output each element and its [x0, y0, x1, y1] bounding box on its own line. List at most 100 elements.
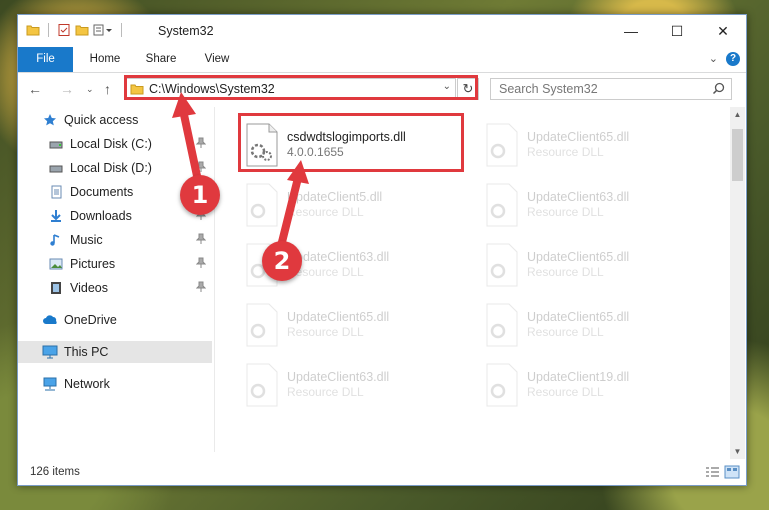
search-placeholder: Search System32: [499, 82, 598, 96]
sidebar-item-videos[interactable]: Videos: [48, 277, 212, 299]
file-type: Resource DLL: [287, 265, 364, 279]
pin-icon[interactable]: [195, 161, 207, 176]
sidebar-item-local-disk-d[interactable]: Local Disk (D:): [48, 157, 212, 179]
scroll-up-icon[interactable]: ▲: [730, 110, 745, 119]
close-button[interactable]: ✕: [700, 15, 746, 47]
search-icon[interactable]: [712, 82, 725, 95]
dll-file-icon: [246, 363, 278, 407]
drive-icon: [48, 160, 64, 176]
sidebar-item-label: Downloads: [70, 209, 132, 223]
file-name: UpdateClient63.dll: [287, 370, 390, 384]
annotation-badge-1: 1: [180, 175, 220, 215]
sidebar-item-onedrive[interactable]: OneDrive: [42, 309, 212, 331]
file-type: Resource DLL: [527, 145, 604, 159]
status-bar: 126 items: [18, 461, 746, 485]
sidebar-item-network[interactable]: Network: [42, 373, 212, 395]
file-type: Resource DLL: [287, 325, 364, 339]
pane-splitter[interactable]: [214, 107, 215, 452]
file-type: Resource DLL: [527, 205, 604, 219]
minimize-button[interactable]: —: [608, 15, 654, 47]
large-icons-view-icon[interactable]: [724, 465, 740, 479]
address-bar-highlight: [124, 75, 478, 100]
file-item[interactable]: UpdateClient65.dll Resource DLL: [238, 299, 463, 351]
title-bar: System32 — ☐ ✕: [18, 15, 746, 47]
file-name: UpdateClient65.dll: [287, 310, 390, 324]
sidebar-item-label: Local Disk (D:): [70, 161, 152, 175]
tab-view[interactable]: View: [192, 47, 242, 72]
sidebar-item-label: This PC: [64, 345, 109, 359]
pin-icon[interactable]: [195, 257, 207, 272]
recent-locations-chevron-icon[interactable]: ⌄: [86, 84, 94, 95]
sidebar-item-label: Quick access: [64, 113, 139, 127]
pin-icon[interactable]: [195, 233, 207, 248]
dll-file-icon: [246, 183, 278, 227]
search-input[interactable]: Search System32: [490, 78, 732, 100]
up-arrow-icon[interactable]: ↑: [104, 81, 111, 97]
sidebar-item-label: Pictures: [70, 257, 116, 271]
sidebar-item-label: Documents: [70, 185, 134, 199]
file-type: Resource DLL: [287, 205, 364, 219]
view-toggle: [704, 465, 740, 479]
forward-arrow-icon[interactable]: →: [60, 81, 74, 97]
onedrive-icon: [42, 312, 58, 328]
file-name: UpdateClient5.dll: [287, 190, 383, 204]
file-item[interactable]: UpdateClient63.dll Resource DLL: [238, 359, 463, 411]
help-button[interactable]: ?: [726, 52, 740, 66]
tab-home[interactable]: Home: [80, 47, 130, 72]
pin-icon[interactable]: [195, 137, 207, 152]
properties-icon[interactable]: [57, 23, 71, 37]
videos-icon: [48, 280, 64, 296]
dll-file-icon: [246, 303, 278, 347]
file-name: UpdateClient65.dll: [527, 250, 630, 264]
back-arrow-icon[interactable]: ←: [28, 81, 42, 97]
expand-ribbon-chevron-icon[interactable]: ⌄: [709, 52, 718, 65]
new-folder-icon[interactable]: [75, 23, 89, 37]
file-name: UpdateClient63.dll: [287, 250, 390, 264]
customize-toolbar-icon[interactable]: [93, 23, 113, 37]
file-type: Resource DLL: [527, 385, 604, 399]
tab-file[interactable]: File: [18, 47, 73, 72]
annotation-badge-2: 2: [262, 241, 302, 281]
file-item[interactable]: UpdateClient65.dll Resource DLL: [478, 119, 703, 171]
file-item[interactable]: UpdateClient5.dll Resource DLL: [238, 179, 463, 231]
pc-icon: [42, 344, 58, 360]
star-icon: [42, 112, 58, 128]
sidebar-item-local-disk-c[interactable]: Local Disk (C:): [48, 133, 212, 155]
ribbon-tabs: File Home Share View ⌄ ?: [18, 47, 746, 73]
sidebar-item-this-pc[interactable]: This PC: [18, 341, 212, 363]
dll-file-icon: [486, 243, 518, 287]
item-count: 126 items: [30, 466, 80, 478]
network-icon: [42, 376, 58, 392]
sidebar-item-label: Local Disk (C:): [70, 137, 152, 151]
drive-icon: [48, 136, 64, 152]
folder-icon: [26, 25, 40, 36]
file-item[interactable]: UpdateClient19.dll Resource DLL: [478, 359, 703, 411]
dll-file-icon: [486, 303, 518, 347]
sidebar-item-music[interactable]: Music: [48, 229, 212, 251]
file-type: Resource DLL: [527, 265, 604, 279]
file-item[interactable]: UpdateClient63.dll Resource DLL: [478, 179, 703, 231]
sidebar-item-label: Music: [70, 233, 103, 247]
file-item[interactable]: UpdateClient65.dll Resource DLL: [478, 299, 703, 351]
dll-file-icon: [486, 183, 518, 227]
sidebar-item-quick-access[interactable]: Quick access: [42, 109, 212, 131]
maximize-button[interactable]: ☐: [654, 15, 700, 47]
window-controls: — ☐ ✕: [608, 15, 746, 47]
sidebar-item-pictures[interactable]: Pictures: [48, 253, 212, 275]
file-explorer-window: System32 — ☐ ✕ File Home Share View ⌄ ? …: [17, 14, 747, 486]
file-item[interactable]: UpdateClient65.dll Resource DLL: [478, 239, 703, 291]
downloads-icon: [48, 208, 64, 224]
quick-access-toolbar: [26, 23, 126, 37]
pictures-icon: [48, 256, 64, 272]
music-icon: [48, 232, 64, 248]
file-name: UpdateClient65.dll: [527, 130, 630, 144]
file-type: Resource DLL: [527, 325, 604, 339]
pin-icon[interactable]: [195, 281, 207, 296]
navigation-bar: ← → ⌄ ↑ C:\Windows\System32 ⌄ ↻ Search S…: [18, 73, 746, 105]
scrollbar-thumb[interactable]: [732, 129, 743, 181]
scroll-down-icon[interactable]: ▼: [730, 447, 745, 456]
sidebar-item-label: OneDrive: [64, 313, 117, 327]
vertical-scrollbar[interactable]: ▲ ▼: [730, 107, 745, 459]
details-view-icon[interactable]: [704, 465, 720, 479]
tab-share[interactable]: Share: [136, 47, 186, 72]
